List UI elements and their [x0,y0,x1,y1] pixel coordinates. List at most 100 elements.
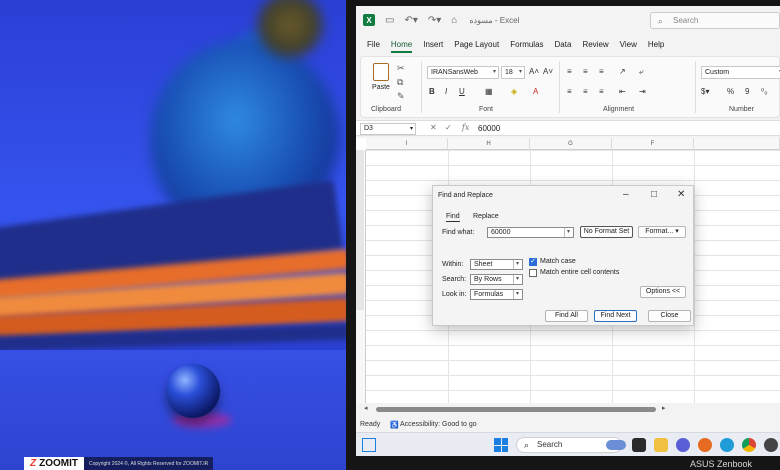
formula-bar: D3 ▾ ✕ ✓ fx 60000 [356,120,780,136]
font-name-select[interactable]: IRANSansWeb ▾ [427,66,499,79]
look-in-select[interactable]: Formulas ▾ [470,289,523,300]
ribbon: Paste ✂ ⧉ ✎ Clipboard IRANSansWeb ▾ 18 ▾… [360,56,780,118]
horizontal-scrollbar[interactable]: ◂ ▸ [356,403,780,417]
cancel-icon[interactable]: ✕ [430,123,437,132]
find-next-button[interactable]: Find Next [594,310,637,322]
search-order-select[interactable]: By Rows ▾ [470,274,523,285]
quick-access-icon[interactable]: ⌂ [451,15,457,26]
align-middle-icon[interactable]: ≡ [583,67,588,76]
chrome-icon[interactable] [742,438,756,452]
decimal-icon[interactable]: ⁰₀ [761,87,768,96]
tab-find[interactable]: Find [446,213,460,222]
merge-icon[interactable]: ⇥ [639,87,646,96]
app-icon[interactable] [764,438,778,452]
excel-search-box[interactable]: ⌕ Search [650,12,780,29]
close-button[interactable]: Close [648,310,691,322]
column-header[interactable]: H [448,138,530,150]
wrap-text-icon[interactable]: ⤶ [639,67,643,77]
undo-icon[interactable]: ↶▾ [404,15,417,26]
number-format-value: Custom [705,69,730,76]
indent-icon[interactable]: ⇤ [619,87,626,96]
align-right-icon[interactable]: ≡ [599,87,604,96]
tab-formulas[interactable]: Formulas [510,40,543,49]
column-header[interactable] [694,138,780,150]
find-replace-dialog: Find and Replace – □ ✕ Find Replace Find… [432,185,694,326]
align-left-icon[interactable]: ≡ [567,87,572,96]
chevron-down-icon: ▾ [409,126,413,132]
name-box[interactable]: D3 ▾ [360,123,416,135]
bold-button[interactable]: B [429,87,435,96]
column-header[interactable]: F [612,138,694,150]
within-select[interactable]: Sheet ▾ [470,259,523,270]
logo-text: ZOOMIT [39,458,78,469]
font-color-icon[interactable]: A [533,87,538,96]
file-explorer-icon[interactable] [654,438,668,452]
tab-insert[interactable]: Insert [423,40,443,49]
search-order-value: By Rows [474,276,502,283]
close-icon[interactable]: ✕ [677,189,685,200]
align-bottom-icon[interactable]: ≡ [599,67,604,76]
underline-button[interactable]: U [459,87,465,96]
cut-icon[interactable]: ✂ [397,63,405,74]
copy-icon[interactable]: ⧉ [397,77,403,88]
minimize-icon[interactable]: – [623,189,629,200]
column-header[interactable]: I [366,138,448,150]
search-icon: ⌕ [658,16,664,26]
windows-start-icon[interactable] [494,438,508,452]
match-entire-checkbox[interactable] [529,269,537,277]
align-top-icon[interactable]: ≡ [567,67,572,76]
options-button[interactable]: Options << [640,286,686,298]
scroll-right-icon[interactable]: ▸ [662,404,666,412]
tab-file[interactable]: File [367,40,380,49]
scroll-left-icon[interactable]: ◂ [364,404,368,412]
tab-review[interactable]: Review [582,40,608,49]
column-header[interactable]: G [530,138,612,150]
format-button[interactable]: Format... ▾ [638,226,686,238]
tab-page-layout[interactable]: Page Layout [454,40,499,49]
currency-icon[interactable]: $▾ [701,87,709,96]
status-accessibility[interactable]: Accessibility: Good to go [400,421,477,428]
widgets-icon[interactable] [362,438,376,452]
scroll-thumb[interactable] [376,407,656,412]
number-format-select[interactable]: Custom ▾ [701,66,780,79]
maximize-icon[interactable]: □ [651,189,657,200]
comma-icon[interactable]: 9 [745,87,749,96]
function-icon[interactable]: fx [462,123,469,132]
borders-icon[interactable]: ▦ [485,87,493,96]
tab-view[interactable]: View [620,40,637,49]
teams-icon[interactable] [676,438,690,452]
paste-button[interactable]: Paste [371,63,391,101]
percent-icon[interactable]: % [727,87,734,96]
italic-button[interactable]: I [445,87,447,96]
format-painter-icon[interactable]: ✎ [397,91,405,102]
align-center-icon[interactable]: ≡ [583,87,588,96]
formula-input[interactable]: 60000 [478,124,500,133]
fill-color-icon[interactable]: ◈ [511,87,517,96]
find-what-input[interactable]: 60000 ▾ [487,227,574,238]
task-view-icon[interactable] [632,438,646,452]
tab-data[interactable]: Data [555,40,572,49]
find-all-button[interactable]: Find All [545,310,588,322]
tab-replace[interactable]: Replace [473,213,499,220]
decrease-font-icon[interactable]: A˅ [543,67,553,76]
increase-font-icon[interactable]: A˄ [529,67,539,76]
font-name-value: IRANSansWeb [431,69,478,76]
search-order-label: Search: [442,276,467,283]
chevron-down-icon: ▾ [675,228,679,235]
orientation-icon[interactable]: ↗ [619,67,626,76]
tab-help[interactable]: Help [648,40,664,49]
grid-row-line [366,150,780,151]
tab-home[interactable]: Home [390,40,413,53]
background-photo: Z ZOOMIT Copyright 2024 ©, All Rights Res… [0,0,346,470]
save-icon[interactable]: ▭ [385,15,394,26]
firefox-icon[interactable] [698,438,712,452]
match-case-checkbox[interactable]: ✓ [529,258,537,266]
redo-icon[interactable]: ↷▾ [428,15,441,26]
font-size-select[interactable]: 18 ▾ [501,66,525,79]
grid-row-line [366,180,780,181]
edge-icon[interactable] [720,438,734,452]
grid-column-line [694,150,695,403]
vertical-scrollbar[interactable] [356,150,364,310]
enter-icon[interactable]: ✓ [445,123,452,132]
chevron-down-icon: ▾ [513,260,521,269]
